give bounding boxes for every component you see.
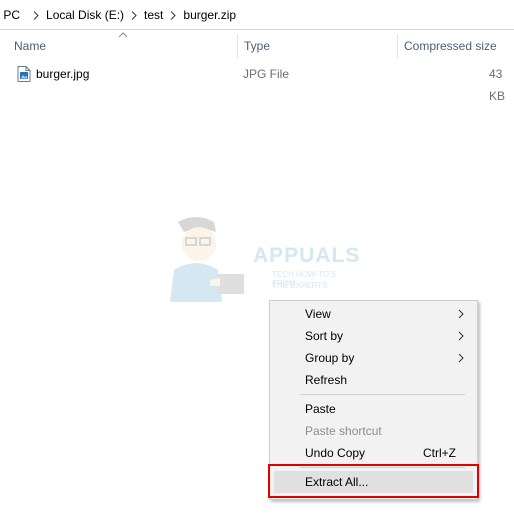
watermark-subtitle: THE EXPERTS <box>272 281 328 290</box>
menu-item-shortcut: Ctrl+Z <box>423 446 456 460</box>
breadcrumb-item-test[interactable]: test <box>140 8 167 22</box>
column-divider[interactable] <box>397 34 398 58</box>
menu-item-sort-by[interactable]: Sort by <box>271 325 476 347</box>
menu-item-label: Extract All... <box>305 475 369 489</box>
menu-item-label: View <box>305 307 331 321</box>
appuals-watermark: APPUALS TECH HOW-TO'S FROM THE EXPERTS <box>156 210 359 310</box>
column-headers: Name Type Compressed size <box>0 31 514 59</box>
column-header-compressed-size[interactable]: Compressed size <box>404 31 497 59</box>
menu-separator <box>300 467 465 468</box>
chevron-right-icon[interactable] <box>128 10 140 20</box>
file-name: burger.jpg <box>36 67 90 81</box>
menu-item-label: Refresh <box>305 373 348 387</box>
chevron-right-icon <box>458 309 464 319</box>
breadcrumb-item-burger-zip[interactable]: burger.zip <box>179 8 240 22</box>
menu-item-paste-shortcut: Paste shortcut <box>271 420 476 442</box>
sort-ascending-icon <box>118 32 128 38</box>
menu-item-group-by[interactable]: Group by <box>271 347 476 369</box>
context-menu: View Sort by Group by Refresh Paste Past… <box>269 300 478 500</box>
breadcrumb-item-local-disk[interactable]: Local Disk (E:) <box>42 8 128 22</box>
column-header-type[interactable]: Type <box>244 31 270 59</box>
menu-item-label: Group by <box>305 351 355 365</box>
chevron-right-icon <box>458 353 464 363</box>
menu-separator <box>300 394 465 395</box>
menu-item-label: Paste shortcut <box>305 424 382 438</box>
chevron-right-icon <box>458 331 464 341</box>
file-type: JPG File <box>243 67 290 81</box>
column-divider[interactable] <box>237 34 238 58</box>
breadcrumb: s PC Local Disk (E:) test burger.zip <box>0 0 240 30</box>
image-file-icon <box>17 66 31 82</box>
breadcrumb-item-this-pc[interactable]: s PC <box>0 8 24 22</box>
menu-item-label: Undo Copy <box>305 446 366 460</box>
column-header-name[interactable]: Name <box>14 31 46 59</box>
mascot-logo <box>170 217 244 302</box>
menu-item-extract-all[interactable]: Extract All... <box>274 471 473 493</box>
file-row[interactable]: burger.jpg JPG File 43 KB <box>0 63 514 103</box>
menu-item-refresh[interactable]: Refresh <box>271 369 476 391</box>
chevron-right-icon[interactable] <box>167 10 179 20</box>
address-bar[interactable]: s PC Local Disk (E:) test burger.zip <box>0 0 514 30</box>
watermark-title: APPUALS <box>253 244 361 267</box>
menu-item-label: Sort by <box>305 329 344 343</box>
menu-item-label: Paste <box>305 402 336 416</box>
chevron-right-icon[interactable] <box>30 10 42 20</box>
file-size: 43 KB <box>489 67 506 103</box>
menu-item-undo-copy[interactable]: Undo Copy Ctrl+Z <box>271 442 476 464</box>
menu-item-view[interactable]: View <box>271 303 476 325</box>
menu-item-paste[interactable]: Paste <box>271 398 476 420</box>
